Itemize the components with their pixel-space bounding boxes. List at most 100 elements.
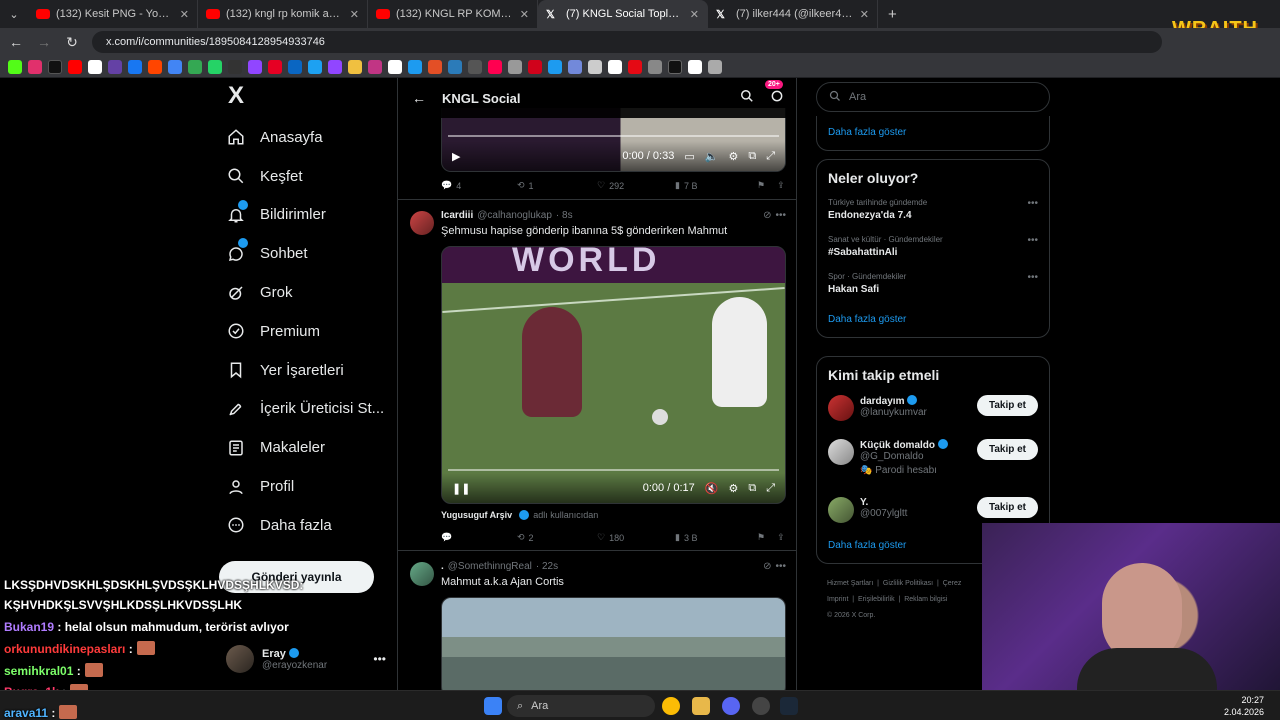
reply-button[interactable]: 💬 4 [441, 180, 517, 191]
show-more-link[interactable]: Daha fazla göster [828, 314, 906, 325]
tab-2[interactable]: (132) KNGL RP KOMİK ANLAR ✕ [368, 0, 538, 28]
author-name[interactable]: . [441, 561, 444, 572]
folder-icon[interactable] [692, 697, 710, 715]
close-icon[interactable]: ✕ [180, 8, 189, 21]
bookmark-icon[interactable] [708, 59, 722, 74]
show-more-link[interactable]: Daha fazla göster [828, 540, 906, 551]
follow-button[interactable]: Takip et [976, 395, 1038, 416]
nav-premium[interactable]: Premium [220, 312, 390, 351]
taskbar-search[interactable]: ⌕ Ara [507, 695, 655, 717]
footer-link[interactable]: Imprint [827, 596, 848, 603]
bookmark-icon[interactable] [648, 59, 662, 74]
back-icon[interactable]: ← [8, 34, 24, 50]
close-icon[interactable]: ✕ [690, 8, 699, 21]
tab-3[interactable]: 𝕏 (7) KNGL Social Topluluk / X ✕ [538, 0, 708, 28]
nav-more[interactable]: Daha fazla [220, 506, 390, 545]
show-more-link[interactable]: Daha fazla göster [828, 127, 906, 138]
bookmark-icon[interactable] [548, 59, 562, 74]
close-icon[interactable]: ✕ [520, 8, 529, 21]
bookmark-icon[interactable] [448, 59, 462, 74]
source-name[interactable]: Yugusuguf Arşiv [441, 510, 512, 520]
nav-grok[interactable]: Grok [220, 273, 390, 312]
system-clock[interactable]: 20:27 2.04.2026 [1224, 694, 1264, 718]
miniplayer-icon[interactable]: ⧉ [748, 150, 756, 163]
repost-button[interactable]: ⟲ 2 [517, 532, 597, 543]
community-settings-button[interactable]: 20+ [765, 79, 784, 108]
like-button[interactable]: ♡ 292 [597, 180, 675, 191]
bookmark-icon[interactable] [68, 59, 82, 74]
tab-0[interactable]: (132) Kesit PNG - YouTube ✕ [28, 0, 198, 28]
share-icon[interactable]: ⇪ [777, 532, 785, 543]
bookmark-icon[interactable] [668, 59, 682, 74]
nav-notifications[interactable]: Bildirimler [220, 196, 390, 235]
follow-button[interactable]: Takip et [976, 497, 1038, 518]
bookmark-icon[interactable] [328, 59, 342, 74]
nav-creator-studio[interactable]: İçerik Üreticisi St... [220, 390, 390, 429]
author-name[interactable]: Icardiii [441, 210, 473, 221]
bookmark-icon[interactable] [28, 59, 42, 74]
bookmark-icon[interactable] [288, 59, 302, 74]
miniplayer-icon[interactable]: ⧉ [748, 482, 756, 495]
post-item[interactable]: . @SomethinngReal · 22s ⊘ ••• Mahmut a.k… [398, 552, 796, 690]
discord-icon[interactable] [722, 697, 740, 715]
bookmark-icon[interactable] [188, 59, 202, 74]
more-options-icon[interactable]: ••• [1027, 198, 1038, 209]
bookmark-icon[interactable]: ⚑ [757, 532, 765, 543]
fullscreen-icon[interactable]: ⤢ [766, 150, 775, 163]
footer-link[interactable]: Hizmet Şartları [827, 580, 873, 587]
post-item[interactable]: Icardiii @calhanoglukap · 8s ⊘ ••• Şehmu… [398, 201, 796, 551]
pause-icon[interactable]: ❚❚ [452, 482, 470, 495]
grok-icon[interactable]: ⊘ [763, 561, 771, 572]
back-arrow-icon[interactable]: ← [412, 90, 426, 106]
steam-icon[interactable] [780, 697, 798, 715]
bookmark-icon[interactable] [168, 59, 182, 74]
bookmark-icon[interactable] [488, 59, 502, 74]
reload-icon[interactable]: ↻ [64, 34, 80, 51]
close-icon[interactable]: ✕ [860, 8, 869, 21]
volume-icon[interactable]: 🔈 [705, 150, 719, 163]
trend-item[interactable]: Sanat ve kültür · Gündemdekiler #Sabahatt… [828, 235, 1038, 258]
nav-profile[interactable]: Profil [220, 467, 390, 506]
more-options-icon[interactable]: ••• [1027, 272, 1038, 283]
play-icon[interactable]: ▶ [452, 150, 460, 163]
bookmark-icon[interactable] [508, 59, 522, 74]
bookmark-icon[interactable] [228, 59, 242, 74]
more-options-icon[interactable]: ••• [373, 652, 386, 666]
bookmark-icon[interactable] [128, 59, 142, 74]
share-icon[interactable]: ⇪ [777, 180, 785, 191]
bookmark-icon[interactable]: ⚑ [757, 180, 765, 191]
bookmark-icon[interactable] [108, 59, 122, 74]
bookmark-icon[interactable] [48, 59, 62, 74]
like-button[interactable]: ♡ 180 [597, 532, 675, 543]
follow-button[interactable]: Takip et [976, 439, 1038, 460]
more-options-icon[interactable]: ••• [775, 210, 786, 221]
video-player[interactable] [441, 597, 786, 690]
bookmark-icon[interactable] [388, 59, 402, 74]
bookmark-icon[interactable] [8, 59, 22, 74]
bookmark-icon[interactable] [688, 59, 702, 74]
bookmark-icon[interactable] [368, 59, 382, 74]
more-options-icon[interactable]: ••• [1027, 235, 1038, 246]
video-progress-bar[interactable] [448, 135, 779, 137]
bookmark-icon[interactable] [588, 59, 602, 74]
video-progress-bar[interactable] [448, 469, 779, 471]
close-icon[interactable]: ✕ [350, 8, 359, 21]
bookmark-icon[interactable] [428, 59, 442, 74]
nav-explore[interactable]: Keşfet [220, 157, 390, 196]
fullscreen-icon[interactable]: ⤢ [766, 482, 775, 495]
avatar[interactable] [410, 562, 434, 586]
footer-link[interactable]: Çerez [943, 580, 962, 587]
suggested-account[interactable]: dardayım @lanuykumvar Takip et [828, 395, 1038, 439]
start-icon[interactable] [484, 697, 502, 715]
search-icon[interactable] [740, 89, 754, 108]
captions-icon[interactable]: ▭ [684, 150, 694, 163]
bookmark-icon[interactable] [88, 59, 102, 74]
tab-4[interactable]: 𝕏 (7) ilker444 (@ilkeer444) / X ✕ [708, 0, 878, 28]
bookmark-icon[interactable] [348, 59, 362, 74]
search-input[interactable]: Ara [816, 82, 1050, 112]
volume-mute-icon[interactable]: 🔇 [705, 482, 719, 495]
nav-articles[interactable]: Makaleler [220, 428, 390, 467]
nav-chat[interactable]: Sohbet [220, 234, 390, 273]
more-options-icon[interactable]: ••• [775, 561, 786, 572]
views-button[interactable]: ▮ 3 B [675, 532, 757, 543]
